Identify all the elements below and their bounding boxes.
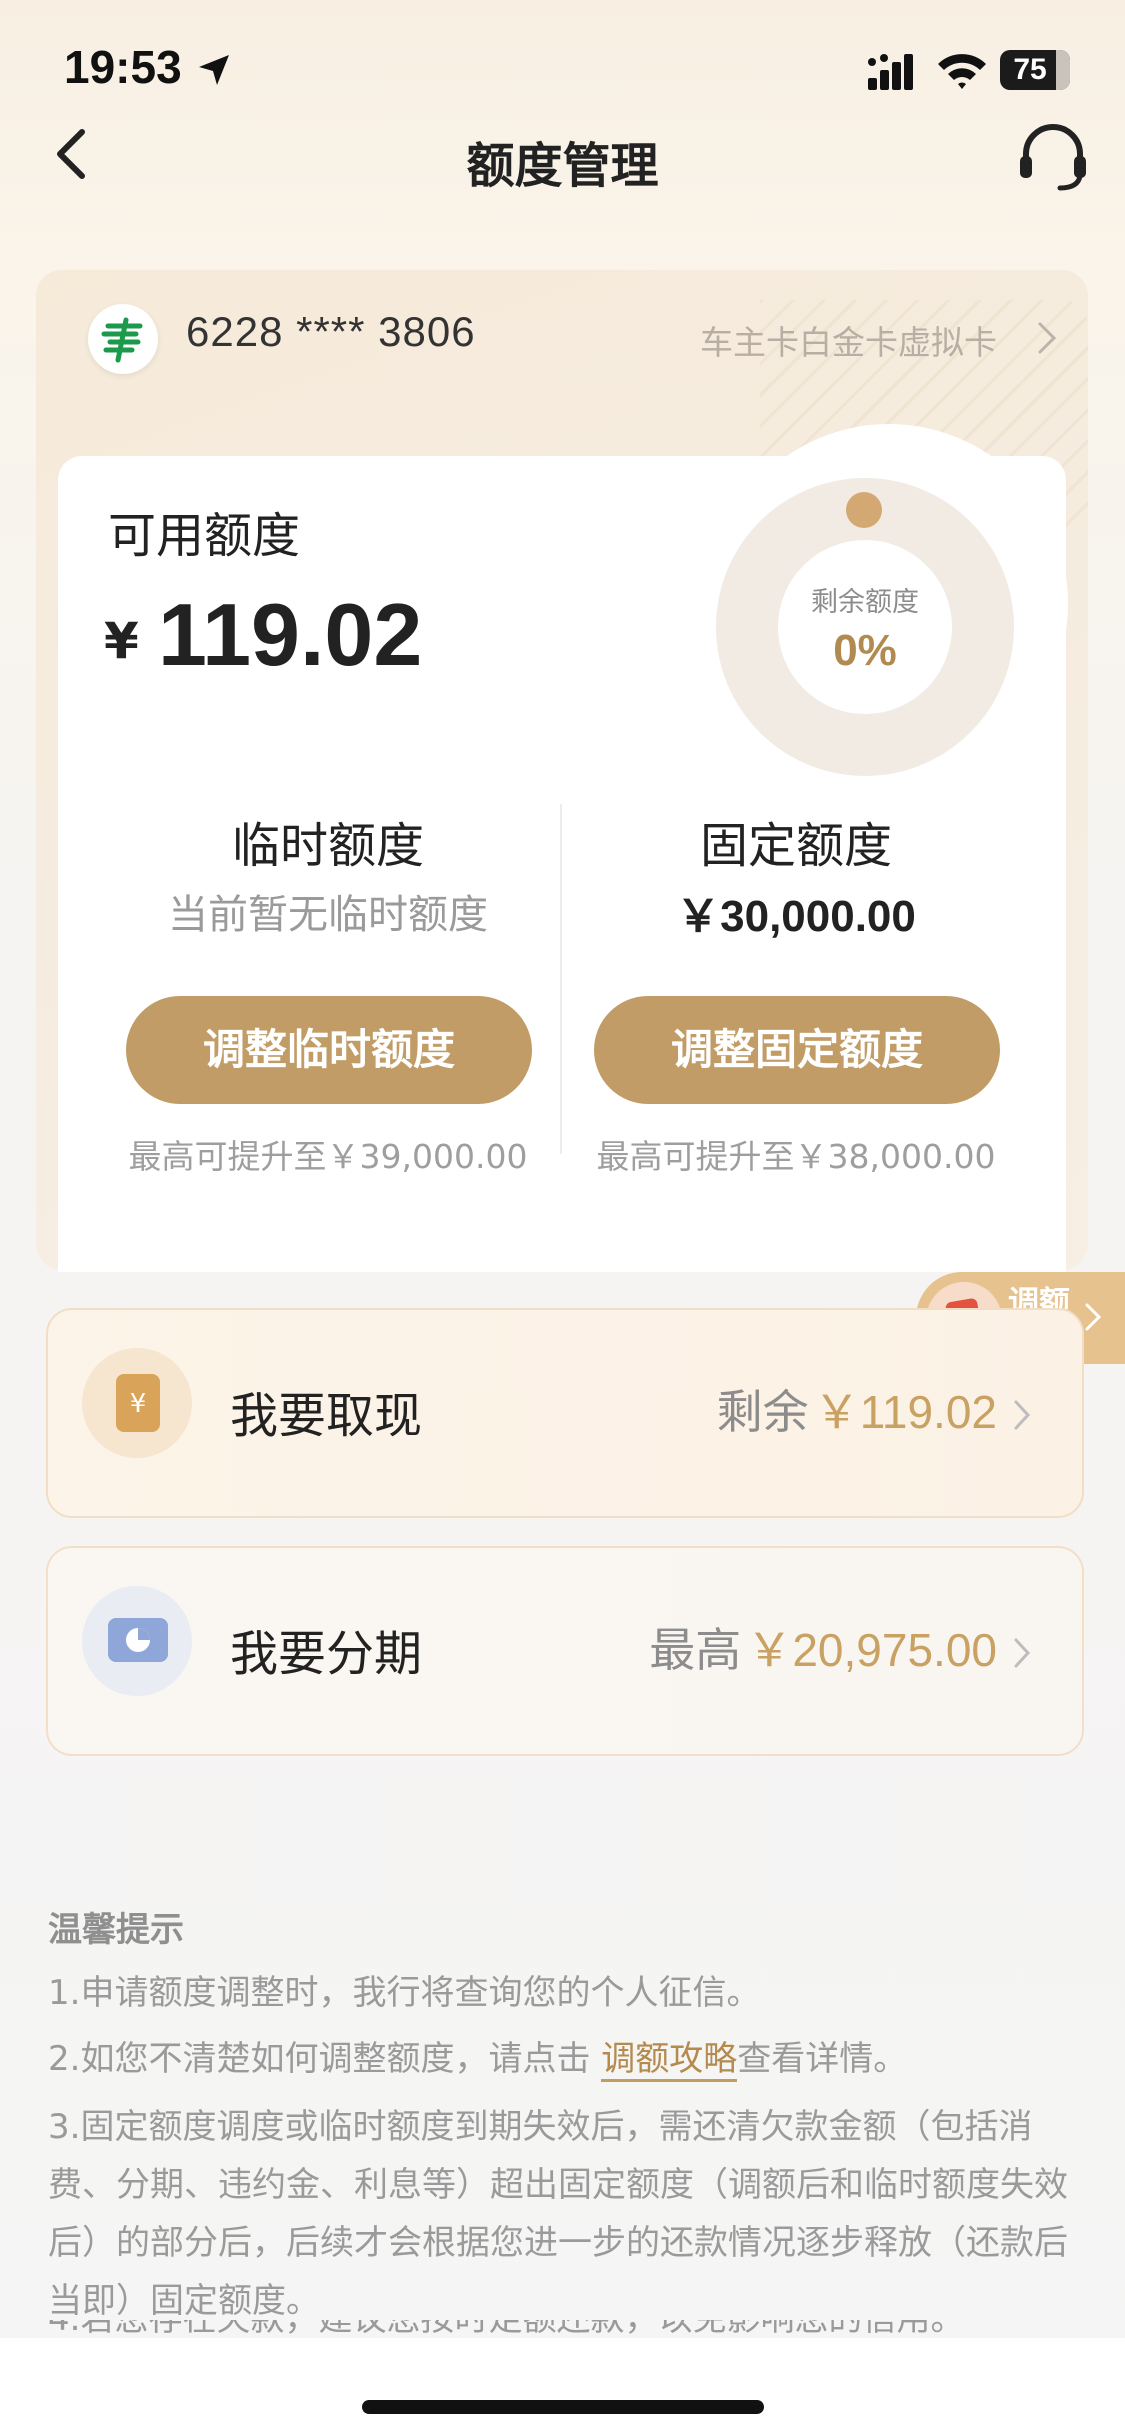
home-indicator: [362, 2400, 764, 2414]
cash-remaining-value: ￥119.02: [813, 1386, 997, 1438]
page-title: 额度管理: [466, 138, 659, 194]
cash-remaining: 剩余 ￥119.02: [717, 1376, 997, 1442]
ring-progress-dot: [846, 492, 882, 528]
chevron-right-icon[interactable]: [1012, 1398, 1032, 1432]
available-quota-amount: 119.02: [158, 585, 423, 684]
card-type-link[interactable]: 车主卡白金卡虚拟卡: [700, 316, 997, 364]
fixed-max-text: 最高可提升至￥38,000.00: [596, 1137, 996, 1176]
tip-text: 查看详情。: [737, 2039, 908, 2079]
customer-service-headset-icon[interactable]: [1014, 118, 1092, 194]
wifi-icon: [938, 54, 986, 89]
bank-logo: [88, 304, 158, 374]
cash-withdrawal-title: 我要取现: [230, 1388, 423, 1444]
installment-max-value: ￥20,975.00: [746, 1624, 997, 1676]
currency-symbol: ¥: [104, 612, 139, 670]
chevron-right-icon[interactable]: [1012, 1636, 1032, 1670]
available-quota-label: 可用额度: [108, 508, 301, 564]
temporary-quota-status: 当前暂无临时额度: [168, 892, 488, 938]
temporary-max-text: 最高可提升至￥39,000.00: [128, 1137, 528, 1176]
tips-title: 温馨提示: [48, 1910, 184, 1950]
installment-max: 最高 ￥20,975.00: [649, 1614, 997, 1680]
fixed-quota-value: ￥30,000.00: [676, 892, 916, 941]
bottom-safe-area: [0, 2338, 1125, 2435]
tip-item: 2.如您不清楚如何调整额度，请点击 调额攻略查看详情。: [48, 2030, 1078, 2088]
adjust-temporary-quota-button[interactable]: 调整临时额度: [126, 996, 532, 1104]
svg-text:¥: ¥: [130, 1389, 147, 1419]
tip-item: 1.申请额度调整时，我行将查询您的个人征信。: [48, 1973, 761, 2013]
tip-item: 3.固定额度调度或临时额度到期失效后，需还清欠款金额（包括消费、分期、违约金、利…: [48, 2107, 1068, 2321]
fixed-quota-title: 固定额度: [699, 818, 892, 874]
temporary-quota-title: 临时额度: [231, 818, 424, 874]
installment-title: 我要分期: [230, 1626, 423, 1682]
remaining-quota-percent: 0%: [833, 626, 897, 675]
installment-icon: [82, 1586, 192, 1696]
tip-text: 2.如您不清楚如何调整额度，请点击: [48, 2039, 602, 2079]
location-arrow-icon: [199, 55, 229, 85]
cellular-signal-icon: [868, 54, 913, 90]
status-time: 19:53: [64, 41, 182, 93]
remaining-quota-label: 剩余额度: [811, 587, 919, 618]
chevron-right-icon[interactable]: [1036, 320, 1058, 356]
quota-guide-link[interactable]: 调额攻略: [601, 2039, 738, 2082]
installment-max-prefix: 最高: [649, 1623, 742, 1677]
cash-remaining-prefix: 剩余: [716, 1385, 809, 1439]
chevron-right-icon[interactable]: [1084, 1302, 1102, 1332]
adjust-fixed-quota-button[interactable]: 调整固定额度: [594, 996, 1000, 1104]
card-number: 6228 **** 3806: [186, 308, 476, 355]
cash-withdrawal-icon: ¥: [82, 1348, 192, 1458]
postal-bank-logo-icon: [101, 317, 143, 363]
battery-indicator: 75: [1000, 50, 1070, 90]
column-divider: [560, 804, 562, 1154]
